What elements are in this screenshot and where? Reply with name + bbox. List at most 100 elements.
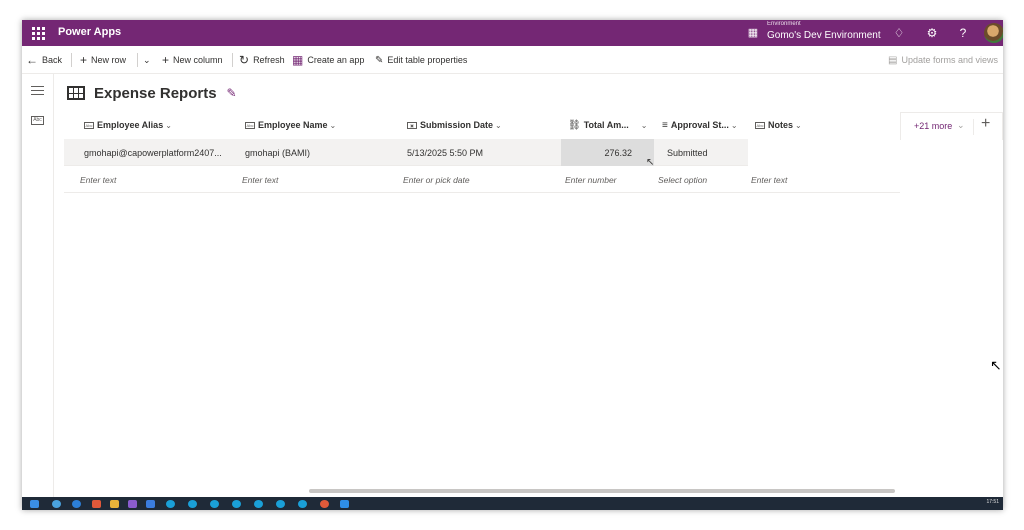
- app-title[interactable]: Power Apps: [58, 26, 121, 38]
- table-header: Expense Reports ✎: [67, 82, 237, 104]
- cell-employee-alias[interactable]: gmohapi@capowerplatform2407...: [84, 139, 244, 166]
- taskbar-app-icon[interactable]: [340, 500, 349, 508]
- cell-approval-status[interactable]: Submitted: [667, 139, 752, 166]
- table-icon: [67, 86, 85, 100]
- column-header-employee-name[interactable]: Abc Employee Name ⌄: [245, 114, 336, 136]
- text-column-icon: Abc: [84, 121, 94, 129]
- edge-icon[interactable]: [188, 500, 197, 508]
- hamburger-menu-icon[interactable]: [31, 86, 44, 98]
- user-avatar[interactable]: [984, 23, 1003, 43]
- update-forms-label: Update forms and views: [901, 55, 998, 65]
- edge-icon[interactable]: [166, 500, 175, 508]
- plus-icon: +: [162, 53, 170, 67]
- edge-icon[interactable]: [298, 500, 307, 508]
- edge-icon[interactable]: [276, 500, 285, 508]
- taskbar-app-icon[interactable]: [320, 500, 329, 508]
- chevron-down-icon: ⌄: [329, 120, 337, 130]
- edge-icon[interactable]: [254, 500, 263, 508]
- environment-name[interactable]: Gomo's Dev Environment: [767, 30, 881, 41]
- refresh-label: Refresh: [253, 55, 285, 65]
- refresh-icon: ↻: [239, 53, 250, 67]
- column-label: Notes: [768, 120, 794, 130]
- column-label: Total Am...: [583, 120, 629, 130]
- app-header: Power Apps ▦ Environment Gomo's Dev Envi…: [22, 20, 1003, 46]
- cell-notes[interactable]: [748, 139, 900, 166]
- column-header-submission-date[interactable]: ▣ Submission Date ⌄: [407, 114, 502, 136]
- cell-submission-date[interactable]: 5/13/2025 5:50 PM: [407, 139, 567, 166]
- taskbar-app-icon[interactable]: [128, 500, 137, 508]
- text-column-icon: Abc: [755, 121, 765, 129]
- refresh-button[interactable]: ↻ Refresh: [239, 46, 285, 74]
- edit-pencil-icon[interactable]: ✎: [227, 86, 237, 100]
- start-icon[interactable]: [30, 500, 39, 508]
- taskbar-app-icon[interactable]: [52, 500, 61, 508]
- left-navigation: Abc: [22, 74, 54, 510]
- chevron-down-icon: ⌄: [640, 120, 648, 130]
- taskbar-app-icon[interactable]: [72, 500, 81, 508]
- pencil-icon: ✎: [375, 54, 384, 66]
- column-header-employee-alias[interactable]: Abc Employee Alias ⌄: [84, 114, 172, 136]
- text-column-icon: Abc: [245, 121, 255, 129]
- new-row-label: New row: [91, 55, 127, 65]
- divider: [973, 119, 974, 135]
- cell-total-amount[interactable]: 276.32: [561, 139, 654, 166]
- vscode-icon[interactable]: [146, 500, 155, 508]
- chevron-down-icon: ⌄: [165, 120, 172, 130]
- back-button[interactable]: ← Back: [26, 46, 62, 74]
- column-header-total-amount[interactable]: ⛓ Total Am... ⌄: [568, 114, 647, 136]
- forms-icon: ▤: [888, 54, 898, 66]
- column-label: Submission Date: [420, 120, 494, 130]
- divider: [71, 53, 72, 67]
- total-amount-input[interactable]: Enter number: [565, 166, 655, 193]
- power-apps-window: Power Apps ▦ Environment Gomo's Dev Envi…: [22, 20, 1003, 510]
- environment-label: Environment: [767, 21, 801, 27]
- column-label: Employee Alias: [97, 120, 164, 130]
- windows-taskbar: 17:51: [22, 497, 1003, 510]
- app-launcher-icon[interactable]: [28, 20, 48, 46]
- back-label: Back: [42, 55, 63, 65]
- new-column-button[interactable]: + New column: [162, 46, 223, 74]
- taskbar-app-icon[interactable]: [92, 500, 101, 508]
- taskbar-clock: 17:51: [986, 499, 999, 505]
- chevron-down-icon: ⌄: [795, 120, 802, 130]
- horizontal-scrollbar[interactable]: [309, 489, 895, 493]
- app-grid-icon: ▦: [292, 53, 304, 67]
- edit-table-properties-button[interactable]: ✎ Edit table properties: [375, 46, 467, 74]
- new-row[interactable]: Enter text Enter text Enter or pick date…: [64, 166, 900, 193]
- notes-input[interactable]: Enter text: [751, 166, 891, 193]
- create-app-button[interactable]: ▦ Create an app: [292, 46, 364, 74]
- new-row-button[interactable]: + New row: [80, 46, 126, 74]
- cell-employee-name[interactable]: gmohapi (BAMI): [245, 139, 405, 166]
- edit-table-properties-label: Edit table properties: [387, 55, 468, 65]
- arrow-left-icon: ←: [26, 53, 38, 67]
- folder-icon[interactable]: [110, 500, 119, 508]
- submission-date-input[interactable]: Enter or pick date: [403, 166, 563, 193]
- settings-gear-icon[interactable]: ⚙: [923, 24, 941, 42]
- chevron-down-icon: ⌄: [730, 120, 738, 130]
- notifications-icon[interactable]: ♢: [890, 24, 908, 42]
- plus-icon: +: [80, 53, 88, 67]
- chevron-down-icon: ⌄: [143, 54, 151, 65]
- column-label: Approval St...: [670, 120, 729, 130]
- edge-icon[interactable]: [232, 500, 241, 508]
- tables-nav-icon[interactable]: Abc: [31, 116, 44, 125]
- currency-icon: ⛓: [568, 119, 581, 131]
- calendar-icon: ▣: [407, 121, 417, 129]
- environment-icon[interactable]: ▦: [746, 26, 760, 40]
- table-row[interactable]: gmohapi@capowerplatform2407... gmohapi (…: [64, 139, 900, 166]
- column-label: Employee Name: [258, 120, 328, 130]
- employee-alias-input[interactable]: Enter text: [80, 166, 240, 193]
- approval-status-select[interactable]: Select option: [658, 166, 748, 193]
- more-columns-button[interactable]: +21 more: [914, 121, 952, 131]
- text-cursor-icon: ↖: [646, 157, 655, 168]
- column-header-notes[interactable]: Abc Notes ⌄: [755, 114, 802, 136]
- chevron-down-icon[interactable]: ⌄: [957, 120, 965, 131]
- column-header-approval-status[interactable]: ≡ Approval St... ⌄: [662, 114, 738, 136]
- employee-name-input[interactable]: Enter text: [242, 166, 402, 193]
- update-forms-button[interactable]: ▤ Update forms and views: [888, 46, 998, 74]
- edge-icon[interactable]: [210, 500, 219, 508]
- add-column-plus-icon[interactable]: +: [981, 115, 990, 133]
- divider: [137, 53, 138, 67]
- help-icon[interactable]: ?: [954, 24, 972, 42]
- new-row-dropdown-button[interactable]: ⌄: [143, 46, 151, 74]
